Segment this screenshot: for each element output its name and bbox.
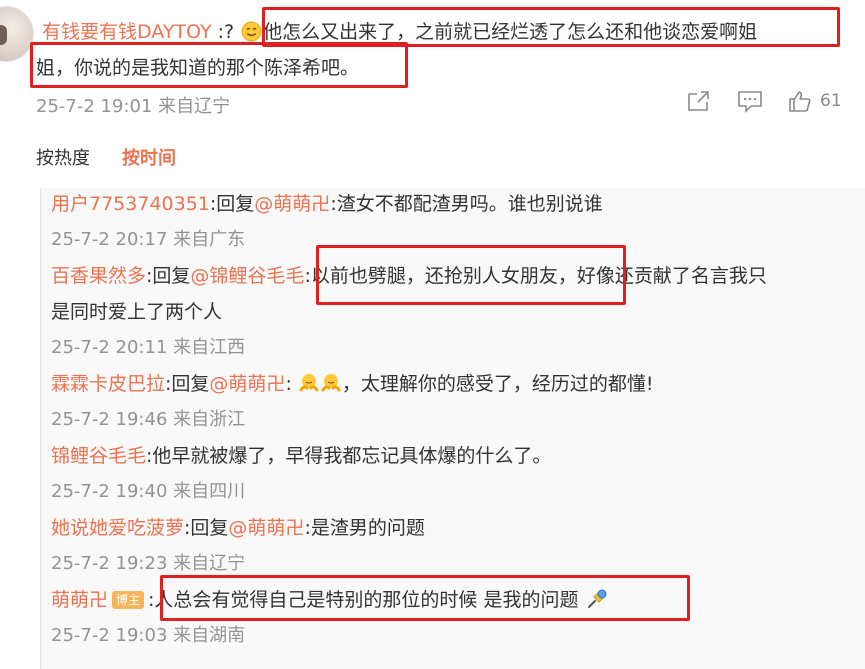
- reply-item: 锦鲤谷毛毛:他早就被爆了，早得我都忘记具体爆的什么了。: [51, 438, 551, 474]
- reply-meta: 25-7-2 19:40 来自四川: [51, 481, 246, 502]
- tab-by-time[interactable]: 按时间: [122, 144, 176, 170]
- reply-text: :渣女不都配渣男吗。谁也别说谁: [330, 193, 603, 215]
- reply-prefix: :回复: [146, 265, 191, 287]
- like-count: 61: [820, 91, 842, 111]
- like-icon: [789, 91, 811, 112]
- hug-emoji-icon: [299, 374, 319, 392]
- reply-meta: 25-7-2 20:11 来自江西: [51, 337, 246, 358]
- hug-emoji-icon: [321, 374, 341, 392]
- highlight-box: [316, 245, 626, 305]
- reply-item: 用户7753740351:回复@萌萌卍:渣女不都配渣男吗。谁也别说谁: [51, 186, 603, 222]
- reply-username[interactable]: 用户7753740351: [51, 193, 210, 215]
- sort-tabs: 按热度 按时间: [36, 144, 176, 170]
- reply-username[interactable]: 锦鲤谷毛毛: [51, 445, 146, 467]
- share-button[interactable]: [686, 89, 712, 113]
- author-badge: 博主: [112, 591, 145, 609]
- main-comment-prefix: :?: [217, 21, 235, 43]
- reply-meta: 25-7-2 19:03 来自湖南: [51, 625, 246, 646]
- avatar[interactable]: [0, 6, 34, 62]
- reply-username[interactable]: 她说她爱吃菠萝: [51, 517, 184, 539]
- main-comment-meta: 25-7-2 19:01 来自辽宁: [36, 96, 231, 117]
- reply-username[interactable]: 萌萌卍: [51, 589, 108, 611]
- reply-prefix: :回复: [165, 373, 210, 395]
- reply-meta: 25-7-2 20:17 来自广东: [51, 229, 246, 250]
- main-comment-username[interactable]: 有钱要有钱DAYTOY: [42, 21, 212, 43]
- reply-mention[interactable]: @锦鲤谷毛毛: [190, 265, 304, 287]
- share-icon: [688, 91, 709, 111]
- reply-item: 霖霖卡皮巴拉:回复@萌萌卍: ，太理解你的感受了，经历过的都懂!: [51, 373, 654, 395]
- reply-text: :是渣男的问题: [304, 517, 425, 539]
- reply-text-line2: 是同时爱上了两个人: [51, 301, 223, 323]
- like-button[interactable]: 61: [788, 89, 842, 113]
- reply-username[interactable]: 百香果然多: [51, 265, 146, 287]
- comment-icon: [738, 91, 762, 113]
- tab-by-hot[interactable]: 按热度: [36, 144, 90, 170]
- smile-emoji-icon: [241, 21, 262, 42]
- reply-prefix: :回复: [209, 193, 255, 215]
- highlight-box: [160, 575, 690, 621]
- reply-item: 她说她爱吃菠萝:回复@萌萌卍:是渣男的问题: [51, 510, 425, 546]
- reply-mention[interactable]: @萌萌卍: [228, 517, 304, 539]
- reply-text: :他早就被爆了，早得我都忘记具体爆的什么了。: [146, 445, 552, 467]
- highlight-box: [262, 7, 840, 47]
- comment-button[interactable]: [737, 89, 763, 113]
- thread-divider: [40, 188, 41, 669]
- reply-text: ，太理解你的感受了，经历过的都懂!: [341, 373, 654, 395]
- reply-username[interactable]: 霖霖卡皮巴拉: [51, 373, 165, 395]
- reply-meta: 25-7-2 19:46 来自浙江: [51, 409, 246, 430]
- reply-prefix: :回复: [184, 517, 229, 539]
- reply-mention[interactable]: @萌萌卍: [254, 193, 330, 215]
- highlight-box: [30, 42, 408, 88]
- reply-mention[interactable]: @萌萌卍: [209, 373, 285, 395]
